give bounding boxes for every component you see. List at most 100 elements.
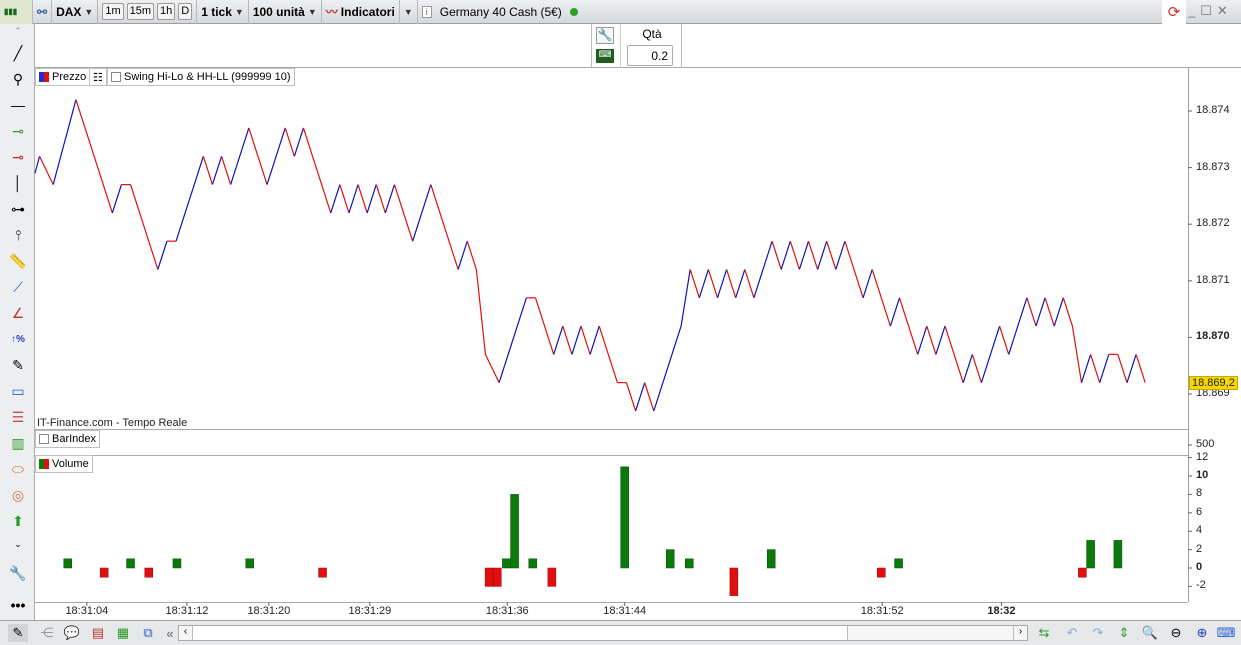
price-segment xyxy=(293,127,305,157)
volume-bar xyxy=(547,567,557,587)
go-to-end-icon[interactable]: ⇆ xyxy=(1034,624,1054,642)
price-tick-label: 18.874 xyxy=(1196,104,1230,116)
price-segment xyxy=(999,325,1010,355)
price-segment xyxy=(780,240,791,270)
draw-mode-icon[interactable]: ✎ xyxy=(8,624,28,642)
price-segment xyxy=(1026,297,1037,327)
price-segment xyxy=(898,297,919,355)
price-segment xyxy=(871,269,891,327)
volume-bar xyxy=(1086,540,1095,569)
volume-tick-label: 12 xyxy=(1196,450,1209,463)
price-segment xyxy=(944,325,964,383)
price-segment xyxy=(553,325,564,355)
price-segment xyxy=(357,184,368,214)
price-segment xyxy=(862,269,873,298)
price-segment xyxy=(1035,297,1046,327)
window-layout-icon[interactable]: ⧉ xyxy=(138,624,158,642)
price-segment xyxy=(393,184,414,242)
price-segment xyxy=(384,184,396,214)
scroll-right-icon[interactable]: › xyxy=(1013,626,1027,640)
volume-bar xyxy=(493,567,502,587)
price-segment xyxy=(889,297,901,327)
price-segment xyxy=(1044,297,1055,327)
price-segment xyxy=(220,156,232,185)
price-segment xyxy=(375,184,386,214)
volume-bar xyxy=(510,494,519,569)
auto-scale-icon[interactable]: ⇕ xyxy=(1114,624,1134,642)
price-segment xyxy=(330,184,341,214)
price-segment xyxy=(726,269,737,298)
price-segment xyxy=(698,269,709,298)
volume-bar xyxy=(894,558,903,569)
price-segment xyxy=(111,184,123,214)
price-segment xyxy=(735,269,746,298)
orderbook-icon[interactable]: ▦ xyxy=(113,624,133,642)
report-icon[interactable]: ▤ xyxy=(88,624,108,642)
price-segment xyxy=(680,269,691,327)
price-segment xyxy=(835,240,846,270)
price-segment xyxy=(129,184,159,270)
price-segment xyxy=(1008,297,1028,355)
price-segment xyxy=(157,240,168,270)
share-icon[interactable]: ⋲ xyxy=(37,624,57,642)
volume-bar xyxy=(172,558,182,569)
volume-bar xyxy=(502,558,511,569)
price-segment xyxy=(211,156,223,185)
zoom-in-icon[interactable]: ⊕ xyxy=(1192,624,1212,642)
scrollbar-thumb[interactable] xyxy=(193,626,848,640)
volume-bar xyxy=(620,466,629,569)
price-segment xyxy=(202,156,214,185)
price-segment xyxy=(1126,354,1137,383)
price-tick-label: 18.871 xyxy=(1196,273,1230,286)
price-segment xyxy=(826,240,837,270)
price-tick-label: 18.872 xyxy=(1196,217,1230,230)
price-segment xyxy=(52,99,77,185)
zoom-out-icon[interactable]: ⊖ xyxy=(1166,624,1186,642)
price-segment xyxy=(753,240,773,298)
keyboard-menu-icon[interactable]: ⌨ xyxy=(1216,624,1236,642)
volume-tick-label: 10 xyxy=(1196,469,1209,481)
scroll-left-icon[interactable]: ‹ xyxy=(179,626,193,640)
price-segment xyxy=(580,325,591,355)
price-segment xyxy=(562,325,573,355)
price-segment xyxy=(1117,354,1128,383)
price-segment xyxy=(34,156,41,174)
price-segment xyxy=(348,184,359,214)
price-segment xyxy=(284,127,295,157)
redo-icon[interactable]: ↷ xyxy=(1088,624,1108,642)
price-segment xyxy=(935,325,946,355)
price-segment xyxy=(39,156,54,185)
price-segment xyxy=(744,269,755,298)
price-segment xyxy=(716,269,728,298)
comment-icon[interactable]: 💬 xyxy=(62,624,82,642)
scroll-start-icon[interactable]: « xyxy=(160,624,180,642)
price-segment xyxy=(366,184,377,214)
chart-canvas[interactable] xyxy=(0,0,1241,645)
price-segment xyxy=(498,297,527,383)
price-segment xyxy=(1135,354,1146,383)
volume-bar xyxy=(318,567,327,578)
volume-tick-label: -2 xyxy=(1196,579,1206,592)
price-segment xyxy=(844,240,864,298)
price-segment xyxy=(707,269,719,298)
price-segment xyxy=(534,297,555,355)
undo-icon[interactable]: ↶ xyxy=(1062,624,1082,642)
price-segment xyxy=(230,127,250,185)
volume-bar xyxy=(63,558,73,569)
zoom-vertical-icon[interactable]: 🔍 xyxy=(1140,624,1160,642)
price-segment xyxy=(771,240,782,270)
horizontal-scrollbar[interactable]: ‹ › xyxy=(178,625,1028,641)
volume-tick-label: 2 xyxy=(1196,542,1203,555)
price-segment xyxy=(484,354,500,383)
price-segment xyxy=(430,184,459,270)
barindex-tick-label: 500 xyxy=(1196,438,1215,450)
volume-bar xyxy=(1113,540,1123,569)
time-tick-label: 18:31:52 xyxy=(860,605,904,617)
price-segment xyxy=(917,325,928,355)
volume-bar xyxy=(665,549,675,569)
volume-tick-label: 8 xyxy=(1196,487,1203,500)
price-tick-label: 18.870 xyxy=(1196,330,1230,343)
price-segment xyxy=(1090,354,1101,383)
price-segment xyxy=(817,240,828,270)
time-tick-label: 18:31:12 xyxy=(165,605,209,617)
